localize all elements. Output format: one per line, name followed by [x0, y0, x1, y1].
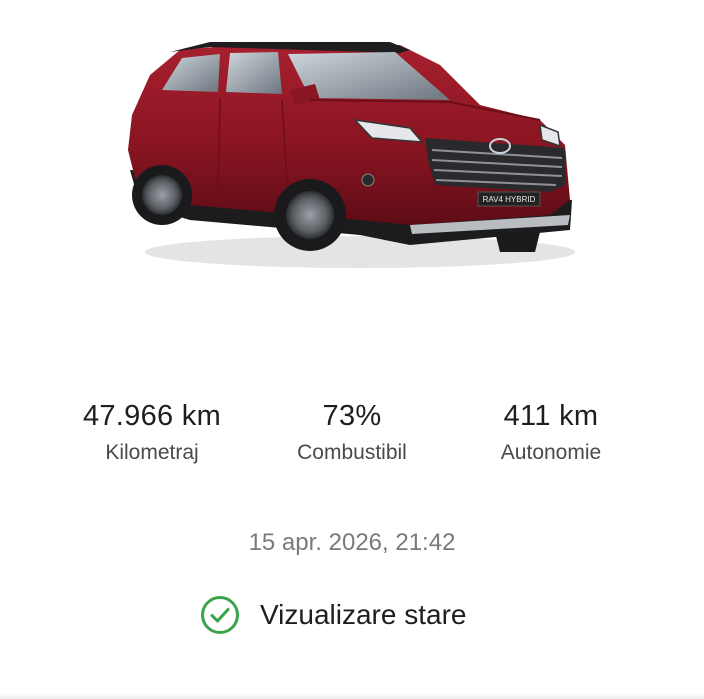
mileage-stat: 47.966 km Kilometraj: [52, 398, 252, 466]
car-image: RAV4 HYBRID: [128, 42, 575, 268]
vehicle-overview: RAV4 HYBRID 47.966 km Kilometraj 73% Com…: [0, 0, 704, 699]
svg-text:RAV4 HYBRID: RAV4 HYBRID: [483, 195, 536, 204]
range-stat: 411 km Autonomie: [451, 398, 651, 466]
fuel-label: Combustibil: [297, 441, 407, 464]
check-circle-icon: [201, 596, 239, 634]
last-update-timestamp: 15 apr. 2026, 21:42: [248, 529, 456, 556]
mileage-label: Kilometraj: [105, 441, 199, 464]
vehicle-stats: 47.966 km Kilometraj 73% Combustibil 411…: [0, 398, 704, 478]
view-status-label: Vizualizare stare: [260, 599, 467, 630]
range-value: 411 km: [503, 400, 599, 432]
bottom-divider: [0, 693, 704, 699]
range-label: Autonomie: [500, 441, 602, 464]
view-status-button[interactable]: Vizualizare stare: [200, 595, 466, 635]
mileage-value: 47.966 km: [82, 400, 222, 432]
fuel-stat: 73% Combustibil: [252, 398, 452, 466]
fuel-value: 73%: [322, 400, 382, 432]
